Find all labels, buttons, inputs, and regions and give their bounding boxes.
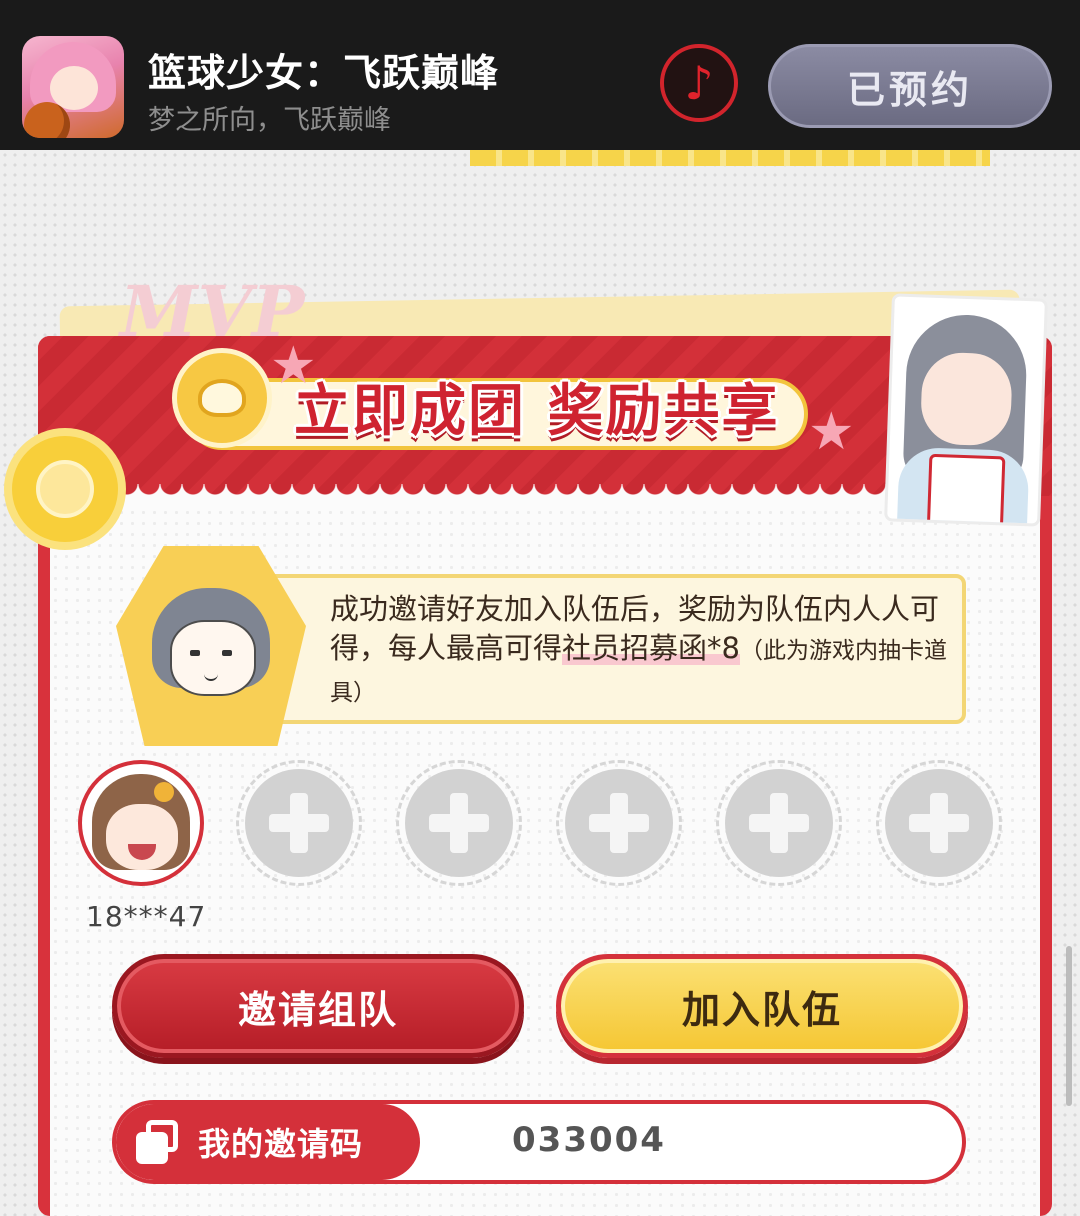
invite-team-button[interactable]: 邀请组队 [112, 954, 524, 1058]
empty-team-slot[interactable] [556, 760, 682, 886]
team-member-avatar[interactable] [78, 760, 204, 886]
banner-title: 立即成团 奖励共享 [294, 379, 780, 444]
star-icon: ★ [270, 336, 317, 396]
banner-strip [470, 150, 990, 166]
scrollbar[interactable] [1066, 946, 1072, 1106]
music-note-icon[interactable]: ♪ [660, 44, 738, 122]
star-icon: ★ [808, 402, 855, 462]
team-member-name: 18***47 [86, 900, 207, 933]
app-icon[interactable] [22, 36, 124, 138]
empty-team-slot[interactable] [716, 760, 842, 886]
empty-team-slot[interactable] [876, 760, 1002, 886]
empty-team-slot[interactable] [396, 760, 522, 886]
plus-icon [909, 793, 969, 853]
copy-icon[interactable] [136, 1120, 180, 1164]
plus-icon [589, 793, 649, 853]
join-team-button[interactable]: 加入队伍 [556, 954, 968, 1058]
app-title: 篮球少女：飞跃巅峰 [148, 51, 500, 95]
reward-highlight: 社员招募函*8 [562, 631, 740, 665]
app-subtitle: 梦之所向，飞跃巅峰 [148, 105, 391, 136]
plus-icon [749, 793, 809, 853]
mascot-face-icon [152, 588, 270, 698]
invite-code-label: 我的邀请码 [198, 1125, 364, 1163]
empty-team-slot[interactable] [236, 760, 362, 886]
plus-icon [429, 793, 489, 853]
invite-code-value[interactable]: 033004 [512, 1120, 666, 1160]
character-portrait [884, 293, 1048, 527]
invite-code-label-box: 我的邀请码 [116, 1104, 420, 1180]
basketball-badge-icon [12, 436, 118, 542]
reserved-button[interactable]: 已预约 [768, 44, 1052, 128]
plus-icon [269, 793, 329, 853]
invite-code-bar[interactable]: 我的邀请码 033004 [112, 1100, 966, 1184]
whistle-icon [172, 348, 272, 448]
app-header: 篮球少女：飞跃巅峰 梦之所向，飞跃巅峰 ♪ 已预约 [0, 0, 1080, 150]
reward-description: 成功邀请好友加入队伍后，奖励为队伍内人人可得，每人最高可得社员招募函*8（此为游… [330, 590, 950, 713]
